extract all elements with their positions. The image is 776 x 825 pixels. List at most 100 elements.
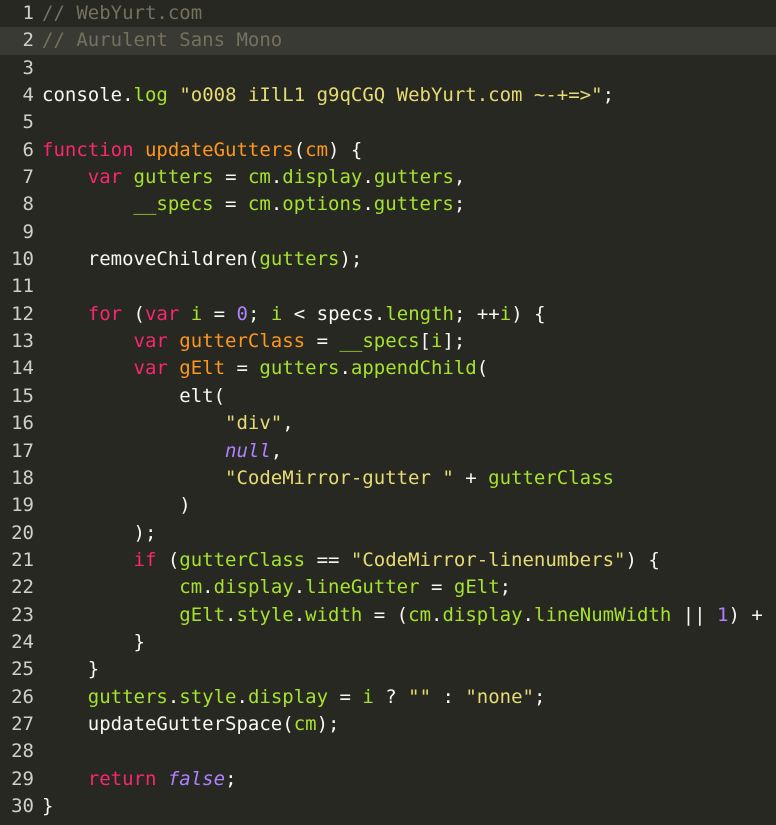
line-code[interactable]: function updateGutters(cm) { bbox=[42, 137, 362, 164]
code-line[interactable]: 24 } bbox=[0, 629, 776, 656]
code-line[interactable]: 23 gElt.style.width = (cm.display.lineNu… bbox=[0, 602, 776, 629]
code-token-string: "none" bbox=[465, 685, 534, 708]
code-token-comment: // WebYurt.com bbox=[42, 2, 203, 24]
code-token-variable: cm bbox=[247, 166, 271, 189]
code-line[interactable]: 27 updateGutterSpace(cm); bbox=[0, 711, 776, 738]
code-line[interactable]: 7 var gutters = cm.display.gutters, bbox=[0, 164, 776, 191]
code-token-punct: . bbox=[362, 193, 374, 216]
line-code[interactable]: } bbox=[42, 656, 99, 683]
code-editor[interactable]: 1// WebYurt.com 2// Aurulent Sans Mono 3 4 c… bbox=[0, 0, 776, 825]
code-token-property: lineGutter bbox=[305, 576, 420, 599]
code-token-punct: ( bbox=[213, 384, 226, 407]
code-line[interactable]: 1 // WebYurt.com bbox=[0, 0, 776, 27]
code-line[interactable]: 9 bbox=[0, 219, 776, 246]
code-line[interactable]: 25 } bbox=[0, 656, 776, 683]
line-number: 19 bbox=[11, 494, 34, 517]
code-token-string: "CodeMirror-gutter " bbox=[225, 466, 454, 489]
line-code[interactable]: gElt.style.width = (cm.display.lineNumWi… bbox=[42, 602, 763, 629]
code-line[interactable]: 4 console.log "o008 iIlL1 g9qCGQ WebYurt.… bbox=[0, 82, 776, 109]
code-token-punct: ) { bbox=[328, 138, 363, 161]
code-token-punct: ; bbox=[534, 685, 546, 708]
code-token-property: width bbox=[305, 603, 363, 626]
code-line[interactable]: 15 elt( bbox=[0, 383, 776, 410]
code-line[interactable]: 28 bbox=[0, 738, 776, 765]
line-number: 7 bbox=[22, 166, 34, 189]
code-line[interactable]: 11 bbox=[0, 273, 776, 300]
line-code[interactable]: console.log "o008 iIlL1 g9qCGQ WebYurt.c… bbox=[42, 82, 614, 109]
code-line[interactable]: 20 ); bbox=[0, 520, 776, 547]
code-token-operator: == bbox=[305, 548, 351, 571]
line-number: 17 bbox=[11, 439, 34, 462]
line-code[interactable]: var gutterClass = __specs[i]; bbox=[42, 328, 466, 355]
code-line[interactable]: 22 cm.display.lineGutter = gElt; bbox=[0, 574, 776, 601]
code-line[interactable]: 21 if (gutterClass == "CodeMirror-linenu… bbox=[0, 547, 776, 574]
code-line[interactable]: 6 function updateGutters(cm) { bbox=[0, 137, 776, 164]
line-code[interactable]: elt( bbox=[42, 383, 225, 410]
code-line[interactable]: 8 __specs = cm.options.gutters; bbox=[0, 191, 776, 218]
line-code[interactable]: // WebYurt.com bbox=[42, 0, 202, 27]
code-token-operator: + bbox=[453, 466, 489, 489]
code-line[interactable]: 2 // Aurulent Sans Mono bbox=[0, 27, 776, 55]
line-code[interactable]: var gutters = cm.display.gutters, bbox=[42, 164, 466, 191]
code-line[interactable]: 17 null, bbox=[0, 438, 776, 465]
code-token-punct: . bbox=[270, 166, 283, 189]
code-line[interactable]: 12 for (var i = 0; i < specs.length; ++i… bbox=[0, 301, 776, 328]
code-token-property: display bbox=[442, 603, 523, 626]
code-token-punct: . bbox=[236, 685, 248, 708]
code-token-string: "CodeMirror-linenumbers" bbox=[350, 548, 626, 571]
code-line[interactable]: 10 removeChildren(gutters); bbox=[0, 246, 776, 273]
code-token-operator: = bbox=[328, 685, 363, 708]
code-token-variable: gElt bbox=[453, 576, 500, 599]
line-number: 5 bbox=[22, 111, 34, 134]
line-code[interactable]: updateGutterSpace(cm); bbox=[42, 711, 340, 738]
line-code[interactable]: null, bbox=[42, 438, 282, 465]
code-token-variable: cm bbox=[408, 603, 432, 626]
code-token-operator: < bbox=[282, 302, 317, 325]
line-code[interactable]: var gElt = gutters.appendChild( bbox=[42, 355, 489, 382]
line-code[interactable]: "div", bbox=[42, 410, 294, 437]
code-line[interactable]: 3 bbox=[0, 55, 776, 82]
line-code[interactable]: ) bbox=[42, 492, 190, 519]
code-line[interactable]: 19 ) bbox=[0, 492, 776, 519]
line-code[interactable]: "CodeMirror-gutter " + gutterClass bbox=[42, 465, 614, 492]
line-number: 29 bbox=[11, 767, 34, 790]
code-line[interactable]: 16 "div", bbox=[0, 410, 776, 437]
code-token-def: cm bbox=[305, 138, 329, 161]
line-code[interactable]: if (gutterClass == "CodeMirror-linenumbe… bbox=[42, 547, 660, 574]
code-token-property: display bbox=[282, 166, 363, 189]
code-token-variable: __specs bbox=[133, 193, 214, 216]
code-line[interactable]: 13 var gutterClass = __specs[i]; bbox=[0, 328, 776, 355]
line-code[interactable]: removeChildren(gutters); bbox=[42, 246, 363, 273]
code-token-number: 1 bbox=[717, 603, 729, 626]
line-number: 4 bbox=[22, 84, 34, 107]
code-token-punct: . bbox=[293, 603, 306, 626]
code-line[interactable]: 30} bbox=[0, 793, 776, 820]
code-token-variable: gutters bbox=[87, 685, 168, 708]
code-token-punct: ( bbox=[293, 138, 306, 161]
line-code[interactable]: gutters.style.display = i ? "" : "none"; bbox=[42, 684, 546, 711]
code-token-punct: ( bbox=[122, 302, 145, 325]
code-line[interactable]: 26 gutters.style.display = i ? "" : "non… bbox=[0, 684, 776, 711]
code-line[interactable]: 18 "CodeMirror-gutter " + gutterClass bbox=[0, 465, 776, 492]
line-code[interactable]: ); bbox=[42, 520, 157, 547]
line-code[interactable]: for (var i = 0; i < specs.length; ++i) { bbox=[42, 301, 546, 328]
line-number: 13 bbox=[11, 330, 34, 353]
code-line[interactable]: 5 bbox=[0, 109, 776, 136]
code-token-string: "div" bbox=[225, 412, 283, 435]
code-line[interactable]: 29 return false; bbox=[0, 766, 776, 793]
line-code[interactable]: __specs = cm.options.gutters; bbox=[42, 191, 466, 218]
code-lines[interactable]: 1// WebYurt.com 2// Aurulent Sans Mono 3 4 c… bbox=[0, 0, 776, 820]
code-line[interactable]: 14 var gElt = gutters.appendChild( bbox=[0, 355, 776, 382]
code-token-operator: = ( bbox=[362, 603, 409, 626]
line-code[interactable]: } bbox=[42, 793, 53, 820]
line-code[interactable]: cm.display.lineGutter = gElt; bbox=[42, 574, 511, 601]
line-code[interactable]: } bbox=[42, 629, 145, 656]
line-code[interactable]: return false; bbox=[42, 766, 237, 793]
line-code[interactable]: // Aurulent Sans Mono bbox=[42, 27, 282, 54]
